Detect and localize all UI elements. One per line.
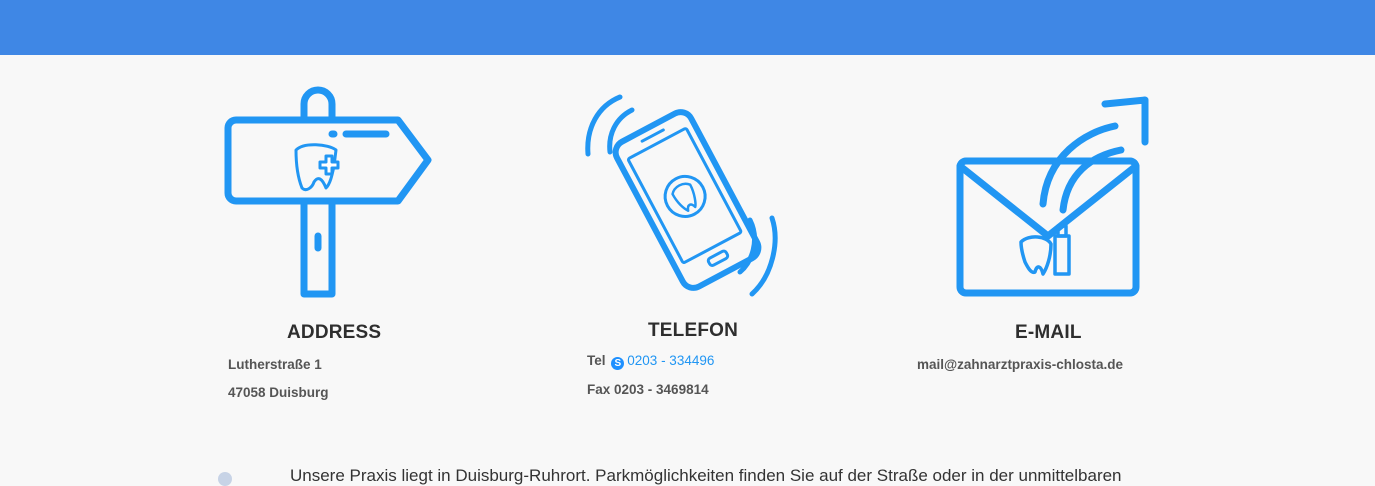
address-street: Lutherstraße 1 — [228, 357, 322, 372]
tel-label: Tel — [587, 353, 606, 368]
bullet-icon — [218, 472, 232, 486]
email-address[interactable]: mail@zahnarztpraxis-chlosta.de — [917, 357, 1123, 372]
telefon-line: Tel S 0203 - 334496 — [587, 353, 714, 370]
telefon-heading: TELEFON — [648, 320, 739, 341]
footer-description: Unsere Praxis liegt in Duisburg-Ruhrort.… — [290, 466, 1122, 485]
skype-icon: S — [611, 357, 625, 370]
address-heading: ADDRESS — [287, 322, 382, 343]
smartphone-ringing-tooth-icon — [585, 94, 778, 297]
email-heading: E-MAIL — [1015, 322, 1082, 343]
envelope-send-tooth-icon — [956, 96, 1149, 297]
phone-number-link[interactable]: 0203 - 334496 — [627, 353, 714, 368]
signpost-tooth-icon — [224, 86, 432, 298]
address-city: 47058 Duisburg — [228, 385, 329, 400]
fax-line: Fax 0203 - 3469814 — [587, 382, 709, 397]
header-bar — [0, 0, 1375, 55]
